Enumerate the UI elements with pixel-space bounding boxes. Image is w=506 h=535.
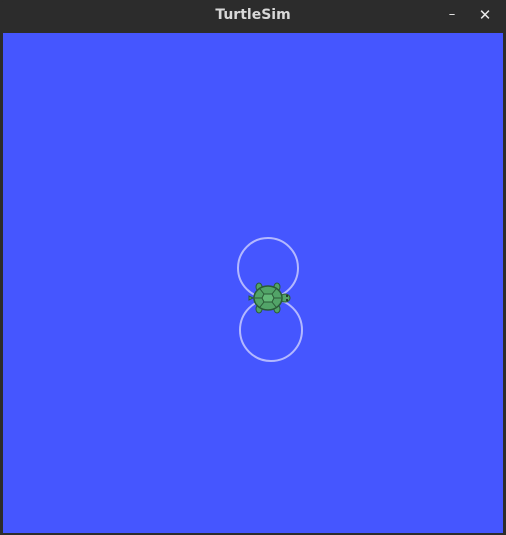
turtle-icon (248, 282, 291, 314)
turtle-canvas (3, 33, 503, 533)
close-icon: ✕ (478, 6, 492, 24)
turtlesim-window: TurtleSim – ✕ (0, 0, 506, 535)
close-button[interactable]: ✕ (473, 4, 497, 26)
minimize-icon: – (448, 7, 456, 22)
canvas-drawing (237, 237, 303, 362)
window-title: TurtleSim (215, 7, 291, 23)
title-bar[interactable]: TurtleSim – ✕ (0, 0, 506, 32)
minimize-button[interactable]: – (440, 4, 464, 26)
